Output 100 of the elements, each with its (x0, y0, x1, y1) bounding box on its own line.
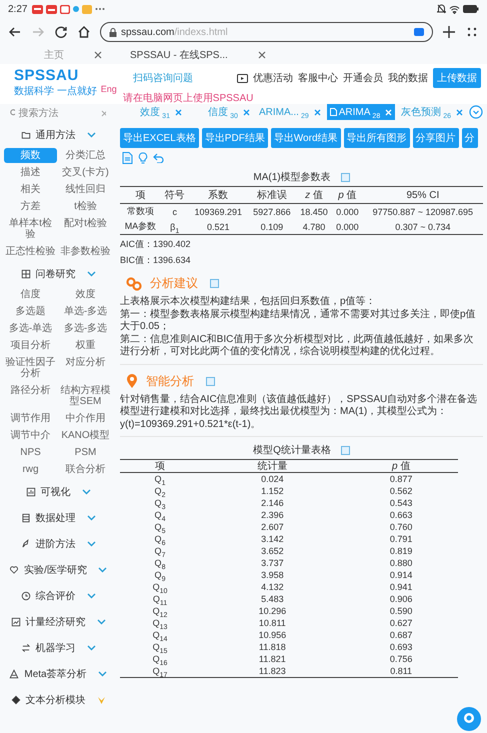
table-cell-text: 0.543 (388, 497, 414, 509)
browser-tab[interactable]: SPSSAU - 在线SPS... (126, 48, 270, 62)
method-item[interactable]: 分类汇总 (59, 148, 112, 163)
forward-icon[interactable] (31, 25, 45, 39)
method-item[interactable]: KANO模型 (59, 428, 112, 443)
method-item[interactable]: NPS (4, 445, 57, 460)
document-icon[interactable] (122, 152, 133, 164)
table-cell-text: Q$_{13}$ (152, 617, 168, 629)
method-item[interactable]: 相关 (4, 182, 57, 197)
export-button[interactable]: 分享图片 (412, 128, 459, 148)
table-cell-text: 1.152 (260, 485, 285, 497)
language-link[interactable]: Eng (100, 84, 117, 94)
new-tab-icon[interactable] (442, 25, 456, 39)
logo[interactable]: SPSSAU (14, 68, 97, 84)
method-item[interactable]: 交叉(卡方) (59, 165, 112, 180)
chevron-icon[interactable] (98, 671, 107, 677)
link-icon (126, 276, 142, 290)
table-cell-text: 11.818 (258, 641, 287, 653)
nav-link[interactable]: 优惠活动 (253, 71, 293, 85)
chevron-icon[interactable] (86, 132, 96, 138)
method-item[interactable]: 方差 (4, 199, 57, 214)
method-item[interactable]: 效度 (59, 287, 112, 302)
sidebar-section[interactable]: 实验/医学研究 (2, 557, 114, 583)
export-button[interactable]: 导出PDF结果 (202, 128, 268, 148)
chevron-icon[interactable] (86, 271, 96, 277)
sidebar-section[interactable]: 机器学习 (2, 635, 114, 661)
chat-bot-icon[interactable] (457, 707, 481, 731)
close-icon[interactable] (242, 108, 250, 116)
table-cell-text: Q$_{14}$ (152, 630, 168, 641)
sidebar-section[interactable]: Meta荟萃分析 (2, 661, 114, 687)
chevron-icon[interactable] (86, 541, 96, 547)
undo-icon[interactable] (153, 153, 164, 163)
menu-icon[interactable] (465, 25, 479, 39)
chevron-icon[interactable] (96, 619, 106, 625)
nav-link[interactable]: 客服中心 (298, 71, 338, 85)
qr-hint-link[interactable]: 扫码咨询问题 (132, 71, 193, 85)
export-button[interactable]: 导出所有图形 (344, 128, 410, 148)
sidebar-section[interactable]: 综合评价 (2, 583, 114, 609)
chart-icon (26, 487, 36, 497)
close-icon[interactable] (314, 108, 321, 116)
method-item[interactable]: 结构方程模型SEM (59, 383, 112, 409)
nav-link[interactable]: 我的数据 (388, 71, 428, 85)
sidebar-section[interactable]: 进阶方法 (2, 531, 114, 557)
copy-icon[interactable] (340, 172, 350, 182)
sidebar-section[interactable]: 问卷研究 (2, 261, 114, 287)
address-field[interactable]: spssau.com/indexs.html (100, 22, 433, 42)
method-item[interactable]: 路径分析 (4, 383, 57, 409)
method-item[interactable]: t检验 (59, 199, 112, 214)
copy-icon[interactable] (206, 376, 215, 386)
chevron-icon[interactable] (82, 489, 90, 495)
method-item[interactable]: 频数 (4, 148, 57, 163)
method-item[interactable]: 调节中介 (4, 428, 57, 443)
method-item[interactable]: 单选-多选 (59, 304, 112, 319)
method-item[interactable]: 信度 (4, 287, 57, 302)
home-icon[interactable] (77, 25, 91, 39)
method-item[interactable]: rwg (4, 462, 57, 477)
method-item[interactable]: 正态性检验 (4, 244, 57, 259)
nav-link[interactable]: 开通会员 (343, 71, 383, 85)
export-button[interactable]: 导出EXCEL表格 (120, 128, 199, 148)
method-item[interactable]: 多选-单选 (4, 321, 57, 336)
back-icon[interactable] (8, 25, 22, 39)
method-item[interactable]: 项目分析 (4, 338, 57, 353)
close-icon[interactable] (174, 108, 182, 116)
method-item[interactable]: 非参数检验 (59, 244, 112, 259)
reload-icon[interactable] (54, 25, 68, 39)
export-button[interactable]: 分 (462, 128, 478, 148)
sidebar-section[interactable]: 计量经济研究 (2, 609, 114, 635)
chevron-icon[interactable] (86, 593, 96, 599)
sidebar-section[interactable]: 通用方法 (2, 122, 114, 148)
method-item[interactable]: 多选题 (4, 304, 57, 319)
chevron-icon[interactable] (86, 645, 96, 651)
chevron-icon[interactable] (86, 515, 96, 521)
table-cell-text: Q$_{2}$ (154, 485, 166, 497)
sidebar-section[interactable]: 文本分析模块 (2, 687, 114, 713)
upload-button[interactable]: 上传数据 (433, 68, 481, 88)
method-item[interactable]: 配对t检验 (59, 216, 112, 242)
sidebar-section[interactable]: 可视化 (2, 479, 114, 505)
method-item[interactable]: 对应分析 (59, 355, 112, 381)
chevron-icon[interactable] (98, 567, 107, 573)
copy-icon[interactable] (340, 446, 350, 454)
close-icon[interactable] (258, 51, 266, 59)
close-icon[interactable] (456, 108, 464, 116)
method-item[interactable]: 验证性因子分析 (4, 355, 57, 381)
clear-icon[interactable] (101, 110, 106, 116)
method-item[interactable]: 线性回归 (59, 182, 112, 197)
export-button[interactable]: 导出Word结果 (270, 128, 341, 148)
method-item[interactable]: 调节作用 (4, 411, 57, 426)
close-icon[interactable] (94, 51, 102, 59)
method-item[interactable]: 多选-多选 (59, 321, 112, 336)
method-item[interactable]: 单样本t检验 (4, 216, 57, 242)
lightbulb-icon[interactable] (138, 152, 148, 164)
method-item[interactable]: 联合分析 (59, 462, 112, 477)
method-item[interactable]: 描述 (4, 165, 57, 180)
sidebar-section[interactable]: 数据处理 (2, 505, 114, 531)
table-cell: Q$_{17}$ (120, 665, 200, 678)
chevron-circle-icon[interactable] (469, 105, 484, 119)
method-item[interactable]: 中介作用 (59, 411, 112, 426)
method-item[interactable]: 权重 (59, 338, 112, 353)
method-item[interactable]: PSM (59, 445, 112, 460)
copy-icon[interactable] (210, 279, 219, 288)
